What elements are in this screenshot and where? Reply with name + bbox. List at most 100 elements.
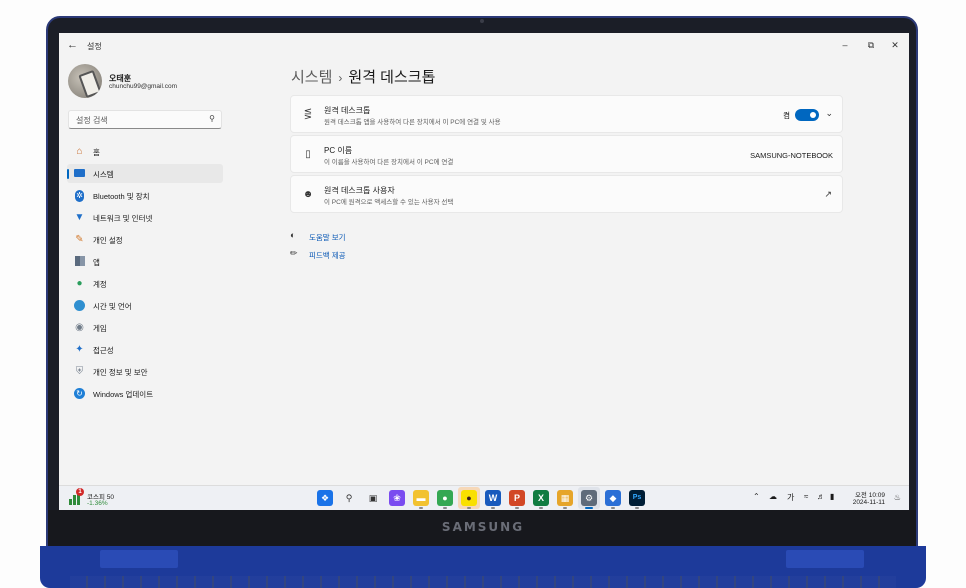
sidebar-item-label: Bluetooth 및 장치 (93, 192, 150, 201)
network-icon: ▼ (74, 212, 85, 223)
help-link-label[interactable]: 도움말 보기 (309, 232, 346, 243)
brush-icon: ✎ (75, 234, 84, 245)
notification-bell-icon[interactable]: ♨ (894, 493, 901, 502)
sidebar-item-label: 접근성 (93, 346, 114, 355)
remote-users-card[interactable]: ☻ 원격 데스크톱 사용자 이 PC에 원격으로 액세스할 수 있는 사용자 선… (290, 175, 843, 213)
running-indicator (635, 507, 639, 509)
breadcrumb-parent[interactable]: 시스템 (291, 69, 332, 86)
globe-icon (73, 299, 86, 312)
sidebar-item-label: 시스템 (93, 170, 114, 179)
sidebar-item-gaming[interactable]: ◉ 게임 (67, 318, 223, 337)
avatar[interactable] (68, 64, 102, 98)
update-icon: ↻ (73, 387, 86, 400)
remote-desktop-card[interactable]: ⋚ 원격 데스크톱 원격 데스크톱 앱을 사용하여 다른 장치에서 이 PC에 … (290, 95, 843, 133)
sidebar-item-home[interactable]: ⌂ 홈 (67, 142, 223, 161)
feedback-icon: ✏ (290, 248, 298, 258)
sidebar-item-label: 네트워크 및 인터넷 (93, 214, 153, 223)
photoshop-icon[interactable]: Ps (629, 490, 645, 506)
wifi-icon[interactable]: ≈ (804, 492, 808, 501)
sidebar-item-label: 홈 (93, 148, 100, 157)
taskview-icon[interactable]: ▣ (365, 490, 381, 506)
running-indicator (585, 507, 593, 509)
running-indicator (443, 507, 447, 509)
sidebar-item-label: 게임 (93, 324, 107, 333)
running-indicator (539, 507, 543, 509)
gear-icon[interactable]: ⚙ (581, 490, 597, 506)
sidebar-item-accessibility[interactable]: ✦ 접근성 (67, 340, 223, 359)
chrome-icon[interactable]: ● (437, 490, 453, 506)
chevron-down-icon[interactable]: ⌄ (825, 108, 833, 119)
search-icon: ⚲ (209, 114, 215, 123)
ime-indicator[interactable]: 가 (787, 492, 794, 503)
stock-widget-change: -1.36% (87, 500, 108, 507)
app-title: 설정 (87, 42, 102, 51)
sidebar-item-label: 개인 정보 및 보안 (93, 368, 148, 377)
pc-name-value: SAMSUNG-NOTEBOOK (750, 151, 833, 160)
card-description: 이 PC에 원격으로 액세스할 수 있는 사용자 선택 (324, 199, 454, 206)
feedback-link-label[interactable]: 피드백 제공 (309, 250, 346, 261)
account-icon: ● (76, 278, 83, 289)
sidebar-item-accounts[interactable]: ● 계정 (67, 274, 223, 293)
open-external-icon[interactable]: ↗ (824, 189, 832, 200)
remote-desktop-toggle[interactable] (795, 109, 819, 121)
shield-app-icon[interactable]: ◆ (605, 490, 621, 506)
volume-icon[interactable]: ♬ (817, 492, 825, 501)
samsung-logo: SAMSUNG (441, 520, 525, 534)
page-title: 원격 데스크톱 (348, 69, 436, 86)
sidebar-item-privacy[interactable]: ⛨ 개인 정보 및 보안 (67, 362, 223, 381)
gamepad-icon: ◉ (75, 322, 84, 333)
excel-icon[interactable]: X (533, 490, 549, 506)
home-icon: ⌂ (76, 146, 83, 157)
sidebar-item-label: Windows 업데이트 (93, 390, 154, 399)
sidebar-item-label: 시간 및 언어 (93, 302, 132, 311)
breadcrumb: 시스템 › 원격 데스크톱 (291, 66, 435, 87)
card-description: 원격 데스크톱 앱을 사용하여 다른 장치에서 이 PC에 연결 및 사용 (324, 119, 501, 126)
sidebar-item-bluetooth[interactable]: ✲ Bluetooth 및 장치 (67, 186, 223, 205)
breadcrumb-separator: › (338, 71, 343, 85)
sidebar-item-network[interactable]: ▼ 네트워크 및 인터넷 (67, 208, 223, 227)
running-indicator (467, 507, 471, 509)
running-indicator (563, 507, 567, 509)
chat-icon[interactable]: ● (461, 490, 477, 506)
remote-desktop-icon: ⋚ (303, 109, 313, 120)
search-icon[interactable]: ⚲ (341, 490, 357, 506)
photo-stage: SAMSUNG ← 설정 – ⧉ ✕ 오태훈 chunchu99@gmail.c… (0, 0, 966, 588)
taskbar: 1 코스피 50 -1.36% ❖ ⚲ ▣ ❀ ▬ ● ● W P X ▦ ⚙ ◆ Ps ⌃ ☁ 가 ≈ … (59, 485, 909, 510)
back-arrow-icon[interactable]: ← (67, 39, 78, 51)
close-button[interactable]: ✕ (883, 37, 907, 53)
sidebar-item-time-language[interactable]: 시간 및 언어 (67, 296, 223, 315)
sidebar-item-windows-update[interactable]: ↻ Windows 업데이트 (67, 384, 223, 403)
maximize-button[interactable]: ⧉ (859, 37, 883, 53)
windows-icon[interactable]: ❖ (317, 490, 333, 506)
sidebar-item-personalization[interactable]: ✎ 개인 설정 (67, 230, 223, 249)
help-icon: ◐ (290, 230, 296, 240)
chevron-up-icon[interactable]: ⌃ (753, 492, 760, 501)
accessibility-icon: ✦ (75, 344, 84, 355)
card-title: PC 이름 (324, 146, 353, 155)
sidebar-item-apps[interactable]: 앱 (67, 252, 223, 271)
powerpoint-icon[interactable]: P (509, 490, 525, 506)
system-icon (73, 167, 86, 180)
card-title: 원격 데스크톱 (324, 106, 371, 115)
card-title: 원격 데스크톱 사용자 (324, 186, 395, 195)
folder-icon[interactable]: ▬ (413, 490, 429, 506)
minimize-button[interactable]: – (833, 37, 857, 53)
running-indicator (419, 507, 423, 509)
cloud-icon[interactable]: ☁ (769, 492, 777, 501)
bluetooth-icon: ✲ (75, 190, 84, 202)
copilot-icon[interactable]: ❀ (389, 490, 405, 506)
sidebar-item-label: 개인 설정 (93, 236, 123, 245)
running-indicator (515, 507, 519, 509)
word-icon[interactable]: W (485, 490, 501, 506)
running-indicator (491, 507, 495, 509)
toggle-state-label: 켬 (783, 111, 790, 120)
gallery-icon[interactable]: ▦ (557, 490, 573, 506)
user-email: chunchu99@gmail.com (109, 83, 178, 90)
search-input[interactable]: 설정 검색 ⚲ (68, 110, 222, 129)
clock-date[interactable]: 2024-11-11 (853, 499, 885, 506)
pc-icon: ▯ (305, 149, 311, 160)
battery-icon[interactable]: ▮ (830, 492, 834, 501)
card-description: 이 이름을 사용하여 다른 장치에서 이 PC에 연결 (324, 159, 454, 166)
sidebar-item-system[interactable]: 시스템 (67, 164, 223, 183)
clock-time[interactable]: 오전 10:09 (855, 489, 885, 499)
